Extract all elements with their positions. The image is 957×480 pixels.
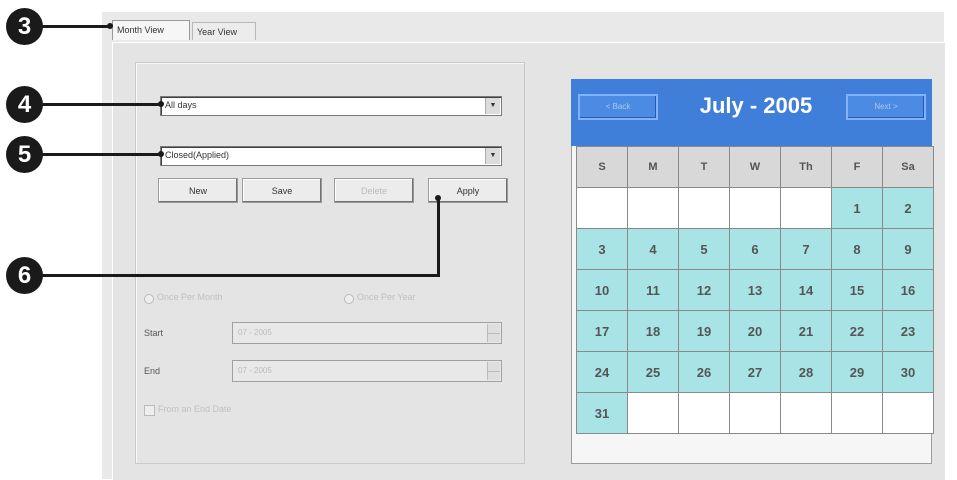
delete-button[interactable]: Delete: [334, 178, 414, 203]
calendar-day[interactable]: 10: [577, 270, 627, 310]
spin-arrows-icon[interactable]: [487, 362, 500, 380]
callout-6-dot: [435, 195, 441, 201]
calendar-day[interactable]: 9: [883, 229, 933, 269]
calendar-day[interactable]: 1: [832, 188, 882, 228]
calendar-day[interactable]: 26: [679, 352, 729, 392]
weekday-header: S: [577, 147, 627, 187]
weekday-header: Sa: [883, 147, 933, 187]
calendar-day[interactable]: 4: [628, 229, 678, 269]
weekday-header: F: [832, 147, 882, 187]
calendar-day[interactable]: 19: [679, 311, 729, 351]
calendar-empty-cell: [577, 188, 627, 228]
calendar-day[interactable]: 27: [730, 352, 780, 392]
chevron-down-icon[interactable]: ▼: [485, 148, 500, 164]
calendar-day[interactable]: 6: [730, 229, 780, 269]
calendar-day[interactable]: 11: [628, 270, 678, 310]
weekday-header: M: [628, 147, 678, 187]
callout-5-line: [42, 153, 162, 156]
calendar-day[interactable]: 22: [832, 311, 882, 351]
start-label: Start: [144, 328, 164, 338]
callout-6-line-v: [437, 198, 440, 277]
next-button[interactable]: Next >: [846, 94, 926, 120]
callout-4-line: [42, 103, 162, 106]
calendar-empty-cell: [679, 393, 729, 433]
once-per-month-label: Once Per Month: [157, 292, 223, 302]
calendar-day[interactable]: 3: [577, 229, 627, 269]
callout-3-line: [42, 25, 112, 28]
chevron-down-icon[interactable]: ▼: [485, 98, 500, 114]
days-combo-value: All days: [165, 100, 197, 110]
calendar-empty-cell: [628, 393, 678, 433]
calendar-grid: S M T W Th F Sa 1 2 3 4 5 6 7 8 9 10 11 12 13 14 15 16 17 18 19 20…: [576, 146, 934, 434]
save-button[interactable]: Save: [242, 178, 322, 203]
weekday-header: W: [730, 147, 780, 187]
once-per-year-radio[interactable]: [344, 294, 354, 304]
callout-5: 5: [6, 136, 43, 173]
calendar-empty-cell: [730, 188, 780, 228]
spin-arrows-icon[interactable]: [487, 324, 500, 342]
once-per-month-radio[interactable]: [144, 294, 154, 304]
calendar-day[interactable]: 17: [577, 311, 627, 351]
calendar-day[interactable]: 5: [679, 229, 729, 269]
calendar-empty-cell: [883, 393, 933, 433]
calendar-day[interactable]: 28: [781, 352, 831, 392]
back-button[interactable]: < Back: [578, 94, 658, 120]
from-end-date-label: From an End Date: [158, 404, 232, 414]
end-date-value: 07 - 2005: [238, 366, 272, 375]
calendar-day[interactable]: 24: [577, 352, 627, 392]
callout-4: 4: [6, 86, 43, 123]
calendar-empty-cell: [730, 393, 780, 433]
calendar-day[interactable]: 12: [679, 270, 729, 310]
days-combo[interactable]: All days ▼: [160, 96, 502, 116]
calendar-empty-cell: [679, 188, 729, 228]
calendar-day[interactable]: 13: [730, 270, 780, 310]
start-date-value: 07 - 2005: [238, 328, 272, 337]
end-label: End: [144, 366, 161, 376]
calendar-day[interactable]: 16: [883, 270, 933, 310]
callout-3-dot: [107, 23, 113, 29]
calendar-day[interactable]: 23: [883, 311, 933, 351]
calendar-day[interactable]: 29: [832, 352, 882, 392]
schedule-combo[interactable]: Closed(Applied) ▼: [160, 146, 502, 166]
callout-6-line-h: [42, 274, 439, 277]
weekday-header: T: [679, 147, 729, 187]
calendar-empty-cell: [781, 393, 831, 433]
from-end-date-checkbox[interactable]: [144, 405, 155, 416]
calendar-empty-cell: [781, 188, 831, 228]
end-date-spinner[interactable]: 07 - 2005: [232, 360, 502, 382]
calendar-empty-cell: [832, 393, 882, 433]
calendar-day[interactable]: 30: [883, 352, 933, 392]
once-per-year-label: Once Per Year: [357, 292, 416, 302]
start-date-spinner[interactable]: 07 - 2005: [232, 322, 502, 344]
callout-5-dot: [158, 151, 164, 157]
tab-year-view[interactable]: Year View: [192, 22, 256, 40]
month-title: July - 2005: [699, 93, 813, 118]
calendar-empty-cell: [628, 188, 678, 228]
calendar-day[interactable]: 31: [577, 393, 627, 433]
calendar-day[interactable]: 21: [781, 311, 831, 351]
calendar-day[interactable]: 8: [832, 229, 882, 269]
weekday-header: Th: [781, 147, 831, 187]
schedule-combo-value: Closed(Applied): [165, 150, 230, 160]
calendar-day[interactable]: 25: [628, 352, 678, 392]
calendar-day[interactable]: 20: [730, 311, 780, 351]
calendar-day[interactable]: 14: [781, 270, 831, 310]
calendar-day[interactable]: 7: [781, 229, 831, 269]
calendar-day[interactable]: 2: [883, 188, 933, 228]
tab-month-view[interactable]: Month View: [112, 20, 190, 40]
calendar-day[interactable]: 15: [832, 270, 882, 310]
callout-3: 3: [6, 8, 43, 45]
callout-6: 6: [6, 257, 43, 294]
new-button[interactable]: New: [158, 178, 238, 203]
callout-4-dot: [158, 101, 164, 107]
calendar-day[interactable]: 18: [628, 311, 678, 351]
